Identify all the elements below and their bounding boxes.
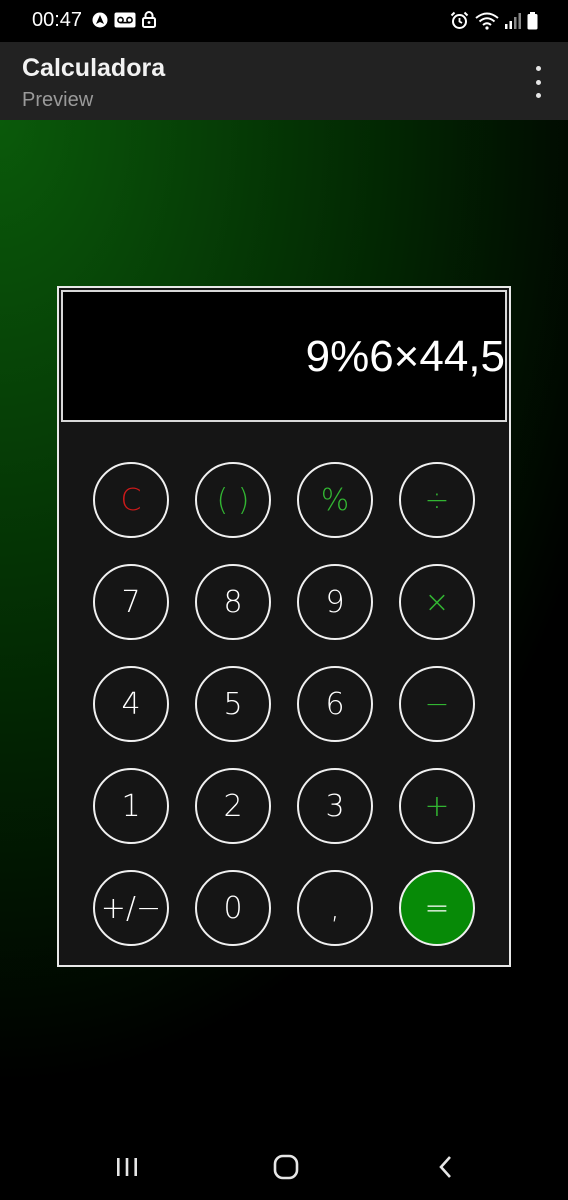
- equals-button[interactable]: =: [399, 870, 475, 946]
- app-bar: Calculadora Preview: [0, 42, 568, 120]
- calculator-widget: 9%6×44,5 C ( )% ÷ 7 8 9 × 4 5 6− 1 2 3 + +/− 0, =: [57, 286, 511, 967]
- digit-9-button[interactable]: 9: [297, 564, 373, 640]
- app-title: Calculadora: [22, 54, 166, 82]
- digit-4-button[interactable]: 4: [93, 666, 169, 742]
- multiply-button[interactable]: ×: [399, 564, 475, 640]
- more-options-icon[interactable]: [528, 66, 548, 98]
- status-bar: 00:47: [0, 0, 568, 42]
- clear-button[interactable]: C: [93, 462, 169, 538]
- toggle-sign-button[interactable]: +/−: [93, 870, 169, 946]
- decimal-comma-button[interactable]: ,: [297, 870, 373, 946]
- calculator-display: 9%6×44,5: [61, 290, 507, 422]
- wifi-icon: [475, 12, 499, 35]
- parentheses-button[interactable]: ( ): [195, 462, 271, 538]
- content-area: 9%6×44,5 C ( )% ÷ 7 8 9 × 4 5 6− 1 2 3 + +/− 0, =: [0, 120, 568, 1134]
- home-icon[interactable]: [266, 1152, 306, 1182]
- subtract-button[interactable]: −: [399, 666, 475, 742]
- status-time: 00:47: [32, 9, 83, 31]
- digit-8-button[interactable]: 8: [195, 564, 271, 640]
- digit-1-button[interactable]: 1: [93, 768, 169, 844]
- digit-6-button[interactable]: 6: [297, 666, 373, 742]
- app-subtitle: Preview: [22, 89, 94, 111]
- digit-0-button[interactable]: 0: [195, 870, 271, 946]
- battery-icon: [527, 11, 538, 35]
- display-value: 9%6×44,5: [305, 332, 505, 381]
- digit-7-button[interactable]: 7: [93, 564, 169, 640]
- percent-button[interactable]: %: [297, 462, 373, 538]
- digit-5-button[interactable]: 5: [195, 666, 271, 742]
- recents-icon[interactable]: [107, 1152, 147, 1182]
- voicemail-icon: [114, 12, 136, 33]
- divide-button[interactable]: ÷: [399, 462, 475, 538]
- digit-2-button[interactable]: 2: [195, 768, 271, 844]
- lock-icon: [142, 11, 156, 33]
- alarm-icon: [450, 11, 469, 35]
- back-icon[interactable]: [426, 1152, 466, 1182]
- digit-3-button[interactable]: 3: [297, 768, 373, 844]
- navigation-bar: [0, 1134, 568, 1200]
- signal-icon: [505, 12, 521, 34]
- status-left-icons: [92, 11, 156, 33]
- keypad: C ( )% ÷ 7 8 9 × 4 5 6− 1 2 3 + +/− 0, =: [93, 462, 475, 946]
- add-button[interactable]: +: [399, 768, 475, 844]
- status-right-icons: [450, 11, 538, 35]
- navigation-icon: [92, 12, 108, 33]
